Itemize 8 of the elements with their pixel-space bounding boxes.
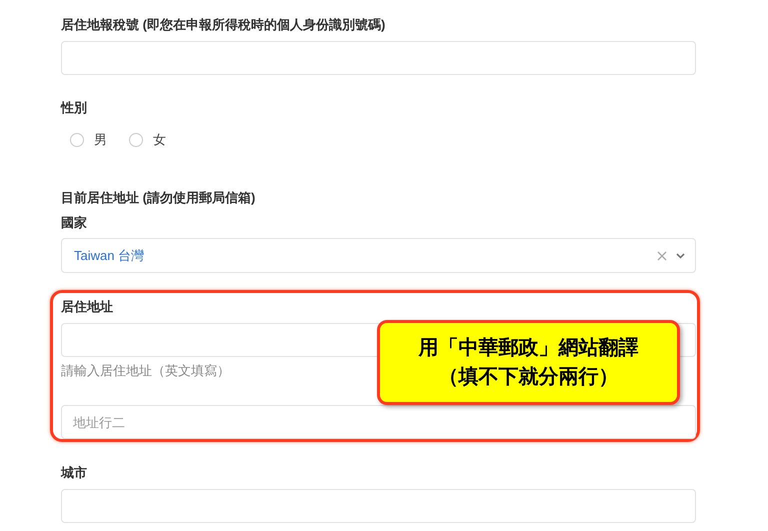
- field-hint: 請輸入居住地址（英文填寫）: [61, 362, 230, 380]
- field-label: 居住地址: [61, 298, 113, 316]
- annotation-tooltip: 用「中華郵政」網站翻譯 （填不下就分兩行）: [377, 320, 680, 405]
- field-label: 城市: [61, 464, 87, 482]
- field-label: 國家: [61, 214, 87, 232]
- field-label: 居住地報稅號 (即您在申報所得稅時的個人身份識別號碼): [61, 16, 386, 34]
- field-label: 性別: [61, 99, 87, 117]
- section-heading: 目前居住地址 (請勿使用郵局信箱): [61, 189, 256, 207]
